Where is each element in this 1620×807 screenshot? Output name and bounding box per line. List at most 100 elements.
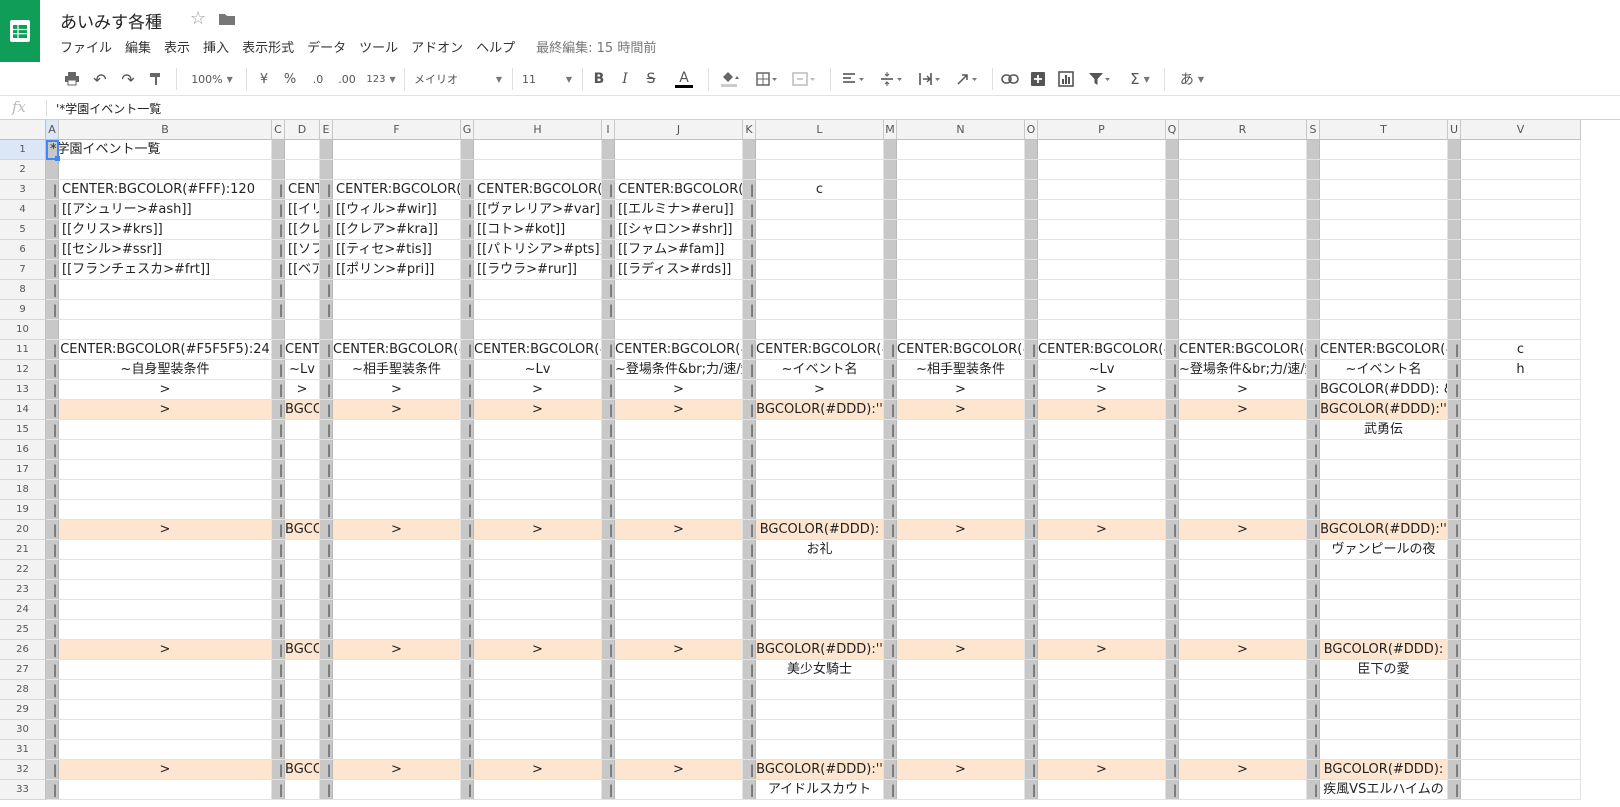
last-edit-status[interactable]: 最終編集: 15 時間前 (536, 37, 656, 56)
cell-pipe-o27[interactable]: | (1030, 660, 1038, 680)
cell-t12[interactable]: ~イベント名 (1320, 360, 1447, 380)
filter-icon[interactable] (1084, 67, 1116, 91)
cell-pipe-e23[interactable]: | (325, 580, 333, 600)
cell-pipe-c26[interactable]: | (277, 640, 285, 660)
cell-h7[interactable]: [[ラウラ>#rur]] (474, 260, 601, 280)
cell-pipe-e14[interactable]: | (325, 400, 333, 420)
cell-pipe-u28[interactable]: | (1453, 680, 1461, 700)
column-header-i[interactable]: I (602, 120, 615, 140)
cell-pipe-s14[interactable]: | (1312, 400, 1320, 420)
cell-pipe-c9[interactable]: | (277, 300, 285, 320)
cell-pipe-a12[interactable]: | (51, 360, 59, 380)
row-header-9[interactable]: 9 (0, 300, 46, 320)
cell-pipe-a18[interactable]: | (51, 480, 59, 500)
cell-f32[interactable]: > (333, 760, 460, 780)
row-header-22[interactable]: 22 (0, 560, 46, 580)
cell-pipe-o11[interactable]: | (1030, 340, 1038, 360)
cell-pipe-i18[interactable]: | (607, 480, 615, 500)
cell-n26[interactable]: > (897, 640, 1024, 660)
cell-l21[interactable]: お礼 (756, 540, 883, 560)
print-icon[interactable] (62, 67, 82, 91)
cell-pipe-m27[interactable]: | (889, 660, 897, 680)
cell-l32[interactable]: BGCOLOR(#DDD):'' (756, 760, 883, 780)
cell-pipe-q20[interactable]: | (1171, 520, 1179, 540)
cell-pipe-m14[interactable]: | (889, 400, 897, 420)
cell-pipe-i21[interactable]: | (607, 540, 615, 560)
cell-pipe-a28[interactable]: | (51, 680, 59, 700)
row-header-19[interactable]: 19 (0, 500, 46, 520)
cell-pipe-a25[interactable]: | (51, 620, 59, 640)
cell-pipe-k31[interactable]: | (748, 740, 756, 760)
cell-b5[interactable]: [[クリス>#krs]] (59, 220, 271, 240)
cell-pipe-s28[interactable]: | (1312, 680, 1320, 700)
cell-pipe-g25[interactable]: | (466, 620, 474, 640)
cell-l12[interactable]: ~イベント名 (756, 360, 883, 380)
row-header-8[interactable]: 8 (0, 280, 46, 300)
cell-pipe-i15[interactable]: | (607, 420, 615, 440)
cell-pipe-s25[interactable]: | (1312, 620, 1320, 640)
font-family-select[interactable]: メイリオ ▼ (414, 67, 502, 91)
cell-pipe-a31[interactable]: | (51, 740, 59, 760)
cell-h26[interactable]: > (474, 640, 601, 660)
increase-decimal-button[interactable]: .00 (336, 67, 358, 91)
cell-pipe-u32[interactable]: | (1453, 760, 1461, 780)
menu-insert[interactable]: 挿入 (203, 37, 229, 56)
cell-b20[interactable]: > (59, 520, 271, 540)
cell-p13[interactable]: > (1038, 380, 1165, 400)
cell-pipe-q33[interactable]: | (1171, 780, 1179, 800)
cell-pipe-a22[interactable]: | (51, 560, 59, 580)
cell-pipe-o20[interactable]: | (1030, 520, 1038, 540)
undo-icon[interactable]: ↶ (90, 67, 110, 91)
cell-pipe-u11[interactable]: | (1453, 340, 1461, 360)
cell-pipe-k23[interactable]: | (748, 580, 756, 600)
cell-r26[interactable]: > (1179, 640, 1306, 660)
row-header-3[interactable]: 3 (0, 180, 46, 200)
menu-file[interactable]: ファイル (60, 37, 112, 56)
cell-pipe-c11[interactable]: | (277, 340, 285, 360)
column-header-c[interactable]: C (272, 120, 285, 140)
cell-pipe-e27[interactable]: | (325, 660, 333, 680)
cell-d26[interactable]: BGCOLOR (285, 640, 319, 660)
cell-pipe-c14[interactable]: | (277, 400, 285, 420)
cell-pipe-m24[interactable]: | (889, 600, 897, 620)
cell-pipe-c23[interactable]: | (277, 580, 285, 600)
row-header-14[interactable]: 14 (0, 400, 46, 420)
cell-pipe-s11[interactable]: | (1312, 340, 1320, 360)
cell-h4[interactable]: [[ヴァレリア>#var]] (474, 200, 601, 220)
cell-r13[interactable]: > (1179, 380, 1306, 400)
cell-j6[interactable]: [[ファム>#fam]] (615, 240, 742, 260)
decrease-decimal-button[interactable]: .0 (308, 67, 328, 91)
cell-pipe-g15[interactable]: | (466, 420, 474, 440)
cell-pipe-u14[interactable]: | (1453, 400, 1461, 420)
row-header-12[interactable]: 12 (0, 360, 46, 380)
cell-pipe-c5[interactable]: | (277, 220, 285, 240)
functions-icon[interactable]: Σ ▼ (1124, 67, 1156, 91)
cell-r11[interactable]: CENTER:BGCOLOR(#F5F5F5):24 (1179, 340, 1306, 360)
cell-pipe-i25[interactable]: | (607, 620, 615, 640)
cell-pipe-e33[interactable]: | (325, 780, 333, 800)
cell-pipe-i3[interactable]: | (607, 180, 615, 200)
cell-pipe-q27[interactable]: | (1171, 660, 1179, 680)
cell-pipe-m11[interactable]: | (889, 340, 897, 360)
column-header-q[interactable]: Q (1166, 120, 1179, 140)
cell-pipe-q24[interactable]: | (1171, 600, 1179, 620)
cell-pipe-q16[interactable]: | (1171, 440, 1179, 460)
cell-pipe-c30[interactable]: | (277, 720, 285, 740)
cell-f26[interactable]: > (333, 640, 460, 660)
cell-pipe-e22[interactable]: | (325, 560, 333, 580)
more-formats-button[interactable]: 123 ▼ (366, 67, 396, 91)
cell-pipe-o23[interactable]: | (1030, 580, 1038, 600)
vertical-align-icon[interactable] (876, 67, 908, 91)
cell-pipe-e30[interactable]: | (325, 720, 333, 740)
cell-pipe-i29[interactable]: | (607, 700, 615, 720)
cell-pipe-a7[interactable]: | (51, 260, 59, 280)
cell-l20[interactable]: BGCOLOR(#DDD): (756, 520, 883, 540)
cell-pipe-q25[interactable]: | (1171, 620, 1179, 640)
strikethrough-button[interactable]: S (642, 67, 660, 91)
cell-h14[interactable]: > (474, 400, 601, 420)
cell-pipe-e21[interactable]: | (325, 540, 333, 560)
cell-pipe-i14[interactable]: | (607, 400, 615, 420)
cell-n11[interactable]: CENTER:BGCOLOR(#F5F5F5):24 (897, 340, 1024, 360)
cell-pipe-o17[interactable]: | (1030, 460, 1038, 480)
row-header-33[interactable]: 33 (0, 780, 46, 800)
